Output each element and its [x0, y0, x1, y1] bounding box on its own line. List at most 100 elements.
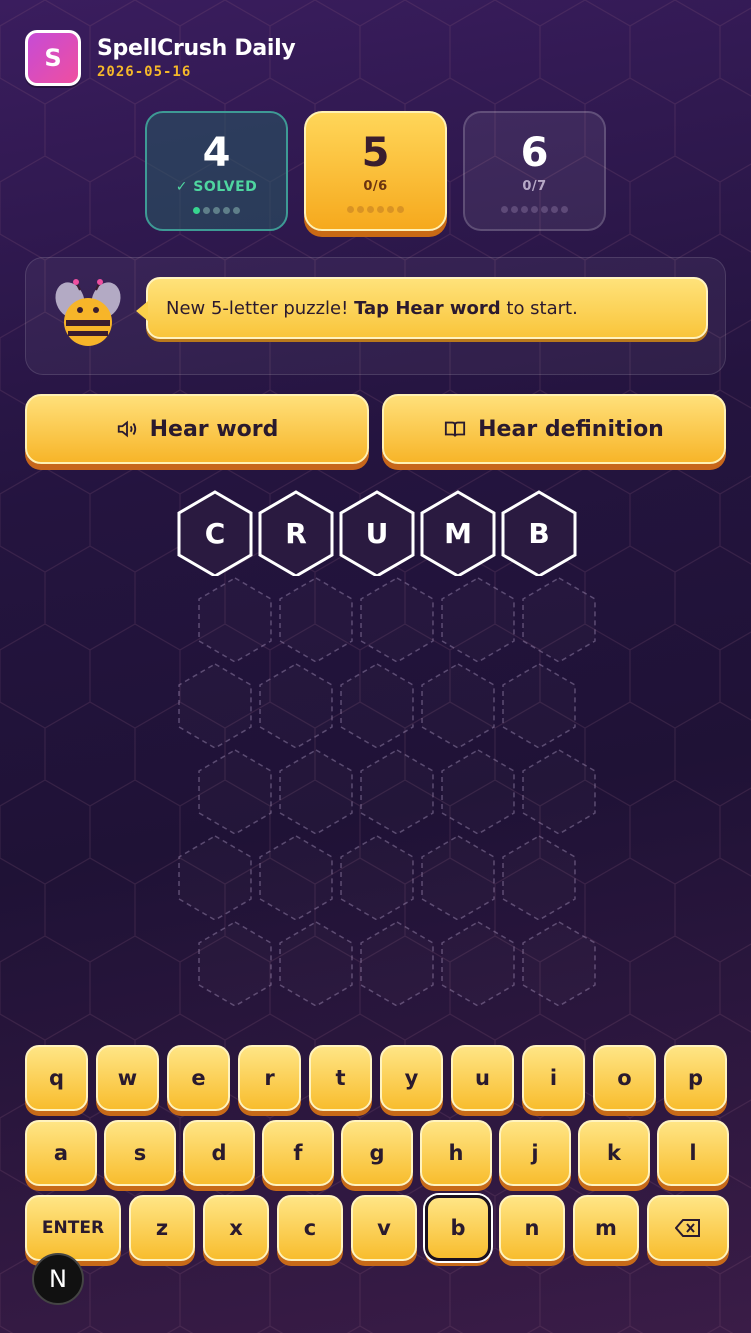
- message-suffix: to start.: [506, 297, 578, 319]
- empty-tile: [197, 920, 273, 1007]
- empty-tile: [420, 662, 496, 749]
- key-u[interactable]: u: [451, 1045, 514, 1111]
- tile-letter: M: [444, 516, 472, 550]
- empty-tile: [521, 748, 597, 835]
- tile-letter: U: [365, 516, 389, 550]
- key-e[interactable]: e: [167, 1045, 230, 1111]
- progress-dot: [551, 206, 558, 213]
- level-card-4[interactable]: 4 ✓ SOLVED: [145, 111, 288, 231]
- level-status: 0/6: [363, 179, 388, 194]
- guess-board: CRU MB: [0, 488, 751, 1018]
- progress-dot: [357, 206, 364, 213]
- app-header: S SpellCrush Daily 2026-05-16: [25, 30, 296, 86]
- message-prefix: New 5-letter puzzle!: [166, 297, 349, 319]
- progress-dot: [511, 206, 518, 213]
- hear-word-button[interactable]: Hear word: [25, 394, 369, 464]
- empty-tile: [197, 748, 273, 835]
- progress-dot: [397, 206, 404, 213]
- bee-mascot-icon: [55, 279, 121, 346]
- empty-tile: [521, 576, 597, 663]
- key-x[interactable]: x: [203, 1195, 269, 1261]
- hear-definition-button[interactable]: Hear definition: [382, 394, 726, 464]
- letter-tile: R: [258, 490, 334, 578]
- empty-tile: [359, 576, 435, 663]
- level-status: 0/7: [522, 179, 547, 194]
- key-n[interactable]: n: [499, 1195, 565, 1261]
- level-number: 6: [520, 130, 549, 176]
- letter-tile: M: [420, 490, 496, 578]
- empty-tile: [339, 662, 415, 749]
- letter-tile: U: [339, 490, 415, 578]
- hear-definition-label: Hear definition: [478, 416, 664, 442]
- key-q[interactable]: q: [25, 1045, 88, 1111]
- empty-tile: [420, 834, 496, 921]
- key-v[interactable]: v: [351, 1195, 417, 1261]
- letter-tile: B: [501, 490, 577, 578]
- empty-tile: [440, 920, 516, 1007]
- empty-tile: [278, 748, 354, 835]
- empty-tile: [521, 920, 597, 1007]
- empty-tile: [501, 834, 577, 921]
- app-logo[interactable]: S: [25, 30, 81, 86]
- progress-dot: [213, 207, 220, 214]
- level-card-5[interactable]: 5 0/6: [304, 111, 447, 231]
- n-badge[interactable]: N: [32, 1253, 84, 1305]
- level-selector: 4 ✓ SOLVED 5 0/6 6 0/7: [145, 111, 606, 231]
- key-f[interactable]: f: [262, 1120, 334, 1186]
- empty-tile: [501, 662, 577, 749]
- key-l[interactable]: l: [657, 1120, 729, 1186]
- key-y[interactable]: y: [380, 1045, 443, 1111]
- key-o[interactable]: o: [593, 1045, 656, 1111]
- key-w[interactable]: w: [96, 1045, 159, 1111]
- progress-dot: [541, 206, 548, 213]
- empty-tile: [440, 748, 516, 835]
- hear-word-label: Hear word: [149, 416, 279, 442]
- progress-dot: [203, 207, 210, 214]
- key-r[interactable]: r: [238, 1045, 301, 1111]
- key-z[interactable]: z: [129, 1195, 195, 1261]
- key-s[interactable]: s: [104, 1120, 176, 1186]
- key-g[interactable]: g: [341, 1120, 413, 1186]
- empty-tile: [339, 834, 415, 921]
- enter-key[interactable]: ENTER: [25, 1195, 121, 1261]
- key-p[interactable]: p: [664, 1045, 727, 1111]
- key-a[interactable]: a: [25, 1120, 97, 1186]
- tile-letter: C: [204, 516, 226, 550]
- message-bold: Tap Hear word: [354, 297, 501, 319]
- level-status: ✓ SOLVED: [175, 179, 258, 195]
- empty-tile: [177, 834, 253, 921]
- app-title: SpellCrush Daily: [97, 36, 296, 61]
- keyboard-row-2: asdfghjkl: [25, 1120, 729, 1186]
- progress-dot: [233, 207, 240, 214]
- progress-dot: [531, 206, 538, 213]
- progress-dots: [193, 207, 240, 214]
- keyboard-row-3: ENTER z x c v b n m: [25, 1195, 729, 1261]
- key-k[interactable]: k: [578, 1120, 650, 1186]
- level-number: 5: [361, 130, 390, 176]
- progress-dot: [193, 207, 200, 214]
- key-m[interactable]: m: [573, 1195, 639, 1261]
- empty-tile: [258, 662, 334, 749]
- key-c[interactable]: c: [277, 1195, 343, 1261]
- empty-tile: [278, 576, 354, 663]
- empty-tile: [278, 920, 354, 1007]
- key-h[interactable]: h: [420, 1120, 492, 1186]
- key-d[interactable]: d: [183, 1120, 255, 1186]
- level-card-6[interactable]: 6 0/7: [463, 111, 606, 231]
- key-b[interactable]: b: [425, 1195, 491, 1261]
- hint-panel: New 5-letter puzzle! Tap Hear word to st…: [25, 257, 726, 375]
- progress-dot: [561, 206, 568, 213]
- letter-tile: C: [177, 490, 253, 578]
- backspace-icon: [675, 1219, 700, 1237]
- progress-dots: [347, 206, 404, 213]
- keyboard-row-1: qwertyuiop: [25, 1045, 727, 1111]
- progress-dot: [367, 206, 374, 213]
- key-t[interactable]: t: [309, 1045, 372, 1111]
- book-icon: [445, 421, 466, 437]
- key-i[interactable]: i: [522, 1045, 585, 1111]
- progress-dot: [501, 206, 508, 213]
- empty-tile: [359, 920, 435, 1007]
- progress-dot: [347, 206, 354, 213]
- key-j[interactable]: j: [499, 1120, 571, 1186]
- backspace-key[interactable]: [647, 1195, 729, 1261]
